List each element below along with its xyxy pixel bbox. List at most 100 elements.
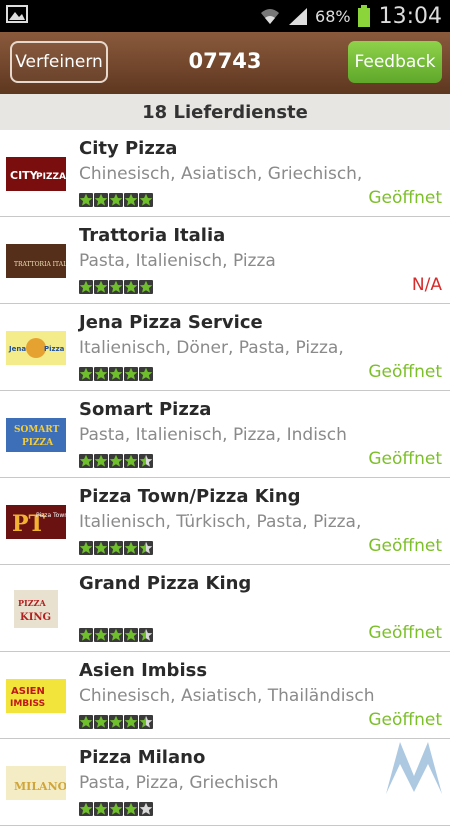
star-icon — [124, 802, 138, 816]
star-icon — [94, 193, 108, 207]
grand-pizza-king-logo: PIZZA KING — [14, 590, 58, 628]
svg-text:Pizza Town: Pizza Town — [36, 512, 66, 519]
star-icon — [124, 715, 138, 729]
restaurant-list: CITY PIZZA City Pizza Chinesisch, Asiati… — [0, 130, 450, 826]
star-icon — [94, 541, 108, 555]
star-icon — [94, 715, 108, 729]
list-item[interactable]: Jena Pizza Jena Pizza Service Italienisc… — [0, 304, 450, 391]
star-icon — [124, 193, 138, 207]
restaurant-name: Somart Pizza — [79, 399, 212, 420]
star-icon — [79, 367, 93, 381]
gallery-icon — [6, 5, 28, 23]
page-title: 07743 — [188, 49, 262, 73]
list-item[interactable]: TRATTORIA ITALIA Trattoria Italia Pasta,… — [0, 217, 450, 304]
star-icon — [94, 454, 108, 468]
rating-stars — [79, 280, 153, 294]
star-icon — [79, 280, 93, 294]
open-status: Geöffnet — [368, 449, 442, 469]
star-icon — [124, 541, 138, 555]
restaurant-cuisines: Pasta, Italienisch, Pizza, Indisch — [79, 425, 347, 445]
star-icon — [139, 280, 153, 294]
svg-text:KING: KING — [20, 612, 51, 623]
watermark-logo — [386, 742, 442, 794]
star-icon — [79, 628, 93, 642]
restaurant-cuisines: Pasta, Pizza, Griechisch — [79, 773, 279, 793]
svg-text:PIZZA: PIZZA — [22, 438, 54, 448]
rating-stars — [79, 715, 153, 729]
star-icon — [94, 628, 108, 642]
star-icon — [79, 802, 93, 816]
star-icon — [124, 628, 138, 642]
star-icon — [94, 367, 108, 381]
star-icon — [139, 715, 153, 729]
status-bar: 68% 13:04 — [0, 0, 450, 32]
restaurant-cuisines: Italienisch, Türkisch, Pasta, Pizza, — [79, 512, 362, 532]
restaurant-cuisines: Chinesisch, Asiatisch, Griechisch, — [79, 164, 363, 184]
star-icon — [139, 802, 153, 816]
clock: 13:04 — [378, 3, 442, 29]
restaurant-name: Grand Pizza King — [79, 573, 252, 594]
signal-icon — [289, 8, 308, 25]
rating-stars — [79, 541, 153, 555]
somart-pizza-logo: SOMART PIZZA — [6, 418, 66, 452]
star-icon — [109, 367, 123, 381]
svg-text:PIZZA: PIZZA — [36, 172, 66, 182]
star-icon — [139, 628, 153, 642]
star-icon — [109, 541, 123, 555]
restaurant-name: Trattoria Italia — [79, 225, 226, 246]
asien-imbiss-logo: ASIEN IMBISS — [6, 679, 66, 713]
star-icon — [139, 454, 153, 468]
svg-text:MILANO: MILANO — [14, 780, 66, 793]
star-icon — [124, 367, 138, 381]
list-item[interactable]: SOMART PIZZA Somart Pizza Pasta, Italien… — [0, 391, 450, 478]
star-icon — [124, 280, 138, 294]
svg-text:ASIEN: ASIEN — [11, 686, 45, 697]
restaurant-cuisines: Pasta, Italienisch, Pizza — [79, 251, 276, 271]
list-item[interactable]: PT Pizza Town Pizza Town/Pizza King Ital… — [0, 478, 450, 565]
list-item[interactable]: ASIEN IMBISS Asien Imbiss Chinesisch, As… — [0, 652, 450, 739]
restaurant-cuisines: Italienisch, Döner, Pasta, Pizza, — [79, 338, 344, 358]
star-icon — [79, 454, 93, 468]
pizza-town-logo: PT Pizza Town — [6, 505, 66, 539]
svg-text:TRATTORIA ITALIA: TRATTORIA ITALIA — [14, 261, 66, 268]
result-count: 18 Lieferdienste — [0, 94, 450, 130]
star-icon — [79, 715, 93, 729]
star-icon — [79, 541, 93, 555]
app-header: Verfeinern 07743 Feedback — [0, 32, 450, 94]
rating-stars — [79, 628, 153, 642]
star-icon — [139, 193, 153, 207]
open-status: Geöffnet — [368, 188, 442, 208]
open-status: Geöffnet — [368, 710, 442, 730]
star-icon — [109, 193, 123, 207]
refine-button[interactable]: Verfeinern — [10, 41, 108, 83]
star-icon — [109, 454, 123, 468]
restaurant-cuisines: Chinesisch, Asiatisch, Thailändisch — [79, 686, 375, 706]
svg-text:Pizza: Pizza — [44, 345, 65, 353]
rating-stars — [79, 193, 153, 207]
battery-percent: 68% — [315, 6, 351, 26]
restaurant-name: Asien Imbiss — [79, 660, 208, 681]
star-icon — [109, 715, 123, 729]
star-icon — [109, 628, 123, 642]
svg-text:IMBISS: IMBISS — [10, 699, 45, 709]
rating-stars — [79, 367, 153, 381]
star-icon — [139, 367, 153, 381]
restaurant-name: Pizza Town/Pizza King — [79, 486, 301, 507]
star-icon — [79, 193, 93, 207]
list-item[interactable]: CITY PIZZA City Pizza Chinesisch, Asiati… — [0, 130, 450, 217]
trattoria-italia-logo: TRATTORIA ITALIA — [6, 244, 66, 278]
star-icon — [124, 454, 138, 468]
rating-stars — [79, 802, 153, 816]
battery-icon — [357, 5, 370, 27]
restaurant-name: Jena Pizza Service — [79, 312, 263, 333]
open-status: Geöffnet — [368, 623, 442, 643]
open-status: Geöffnet — [368, 362, 442, 382]
wifi-icon — [261, 9, 280, 24]
restaurant-name: City Pizza — [79, 138, 178, 159]
star-icon — [139, 541, 153, 555]
city-pizza-logo: CITY PIZZA — [6, 157, 66, 191]
open-status: N/A — [411, 275, 442, 295]
list-item[interactable]: PIZZA KING Grand Pizza King Geöffnet — [0, 565, 450, 652]
open-status: Geöffnet — [368, 536, 442, 556]
feedback-button[interactable]: Feedback — [348, 41, 442, 83]
